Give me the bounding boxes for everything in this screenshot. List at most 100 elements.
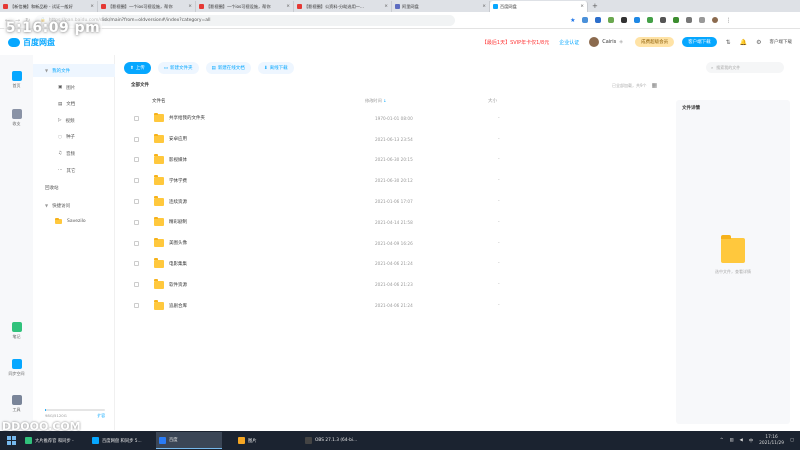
row-checkbox[interactable] — [134, 199, 139, 205]
volume-icon[interactable]: ◀ — [740, 438, 743, 443]
network-icon[interactable]: ▥ — [729, 438, 733, 443]
rail-item[interactable]: 笔记 — [0, 322, 33, 340]
extension-icon[interactable] — [647, 17, 654, 23]
grid-view-icon[interactable]: ▦ — [652, 82, 658, 89]
rail-item[interactable]: 工具 — [0, 395, 33, 413]
column-size[interactable]: 大小 — [488, 98, 588, 104]
vip-button[interactable]: 成费超级会员 — [635, 37, 675, 47]
taskbar-item[interactable]: OBS 27.1.3 (64-bi... — [302, 432, 368, 449]
new-doc-button[interactable]: ▤ 新建在线文档 — [205, 62, 251, 74]
client-download-link[interactable]: 客户端下载 — [770, 39, 793, 45]
gear-icon[interactable]: ⚙ — [756, 39, 761, 46]
extension-icon[interactable] — [582, 17, 589, 23]
file-name[interactable]: 美图头像 — [169, 240, 187, 246]
file-name[interactable]: 共享给我的文件夹 — [169, 115, 205, 121]
taskbar-item[interactable]: 百度 — [156, 432, 222, 449]
sidebar-item-my-files[interactable]: ▼ 我的文件 — [33, 64, 115, 77]
sidebar-item-quick[interactable]: Savezilo — [33, 215, 115, 228]
sidebar-item-category[interactable]: ▤ 文档 — [33, 98, 115, 111]
sidebar-item-category[interactable]: ◌ 种子 — [33, 131, 115, 144]
file-name[interactable]: 安卓应用 — [169, 136, 187, 142]
browser-tab[interactable]: 【新信機】和新品粉 - 试证一般好 × — [0, 1, 98, 12]
extension-icon[interactable] — [634, 17, 641, 23]
table-row[interactable]: 影视媒体 2021-06-30 20:15 - — [124, 150, 670, 171]
taskbar-clock[interactable]: 17:16 2021/11/29 — [759, 435, 784, 446]
table-row[interactable]: 电影集集 2021-04-06 21:24 - — [124, 254, 670, 275]
row-checkbox[interactable] — [134, 178, 139, 184]
row-checkbox[interactable] — [134, 282, 139, 288]
app-logo[interactable]: 百度网盘 — [8, 37, 55, 48]
table-row[interactable]: 学休学费 2021-06-30 20:12 - — [124, 170, 670, 191]
table-row[interactable]: 追剧合库 2021-04-06 21:24 - — [124, 295, 670, 316]
table-row[interactable]: 精彩剧制 2021-04-14 21:58 - — [124, 212, 670, 233]
taskbar-item[interactable]: 百度网盘 和同步 5... — [89, 432, 155, 449]
table-row[interactable]: 美图头像 2021-04-09 16:26 - — [124, 233, 670, 254]
table-row[interactable]: 共享给我的文件夹 1970-01-01 08:00 - — [124, 108, 670, 129]
file-name[interactable]: 学休学费 — [169, 178, 187, 184]
breadcrumb[interactable]: 全部文件 — [131, 82, 149, 88]
star-icon[interactable]: ★ — [570, 17, 575, 24]
row-checkbox[interactable] — [134, 261, 139, 267]
file-name[interactable]: 软件资源 — [169, 282, 187, 288]
close-icon[interactable]: × — [384, 4, 388, 9]
offline-download-button[interactable]: ⬇ 离线下载 — [257, 62, 294, 74]
sidebar-item-category[interactable]: ▣ 图片 — [33, 81, 115, 94]
browser-tab[interactable]: 百度网盘 × — [490, 1, 588, 12]
client-button[interactable]: 客户端下载 — [682, 37, 717, 47]
close-icon[interactable]: × — [90, 4, 94, 9]
profile-avatar-icon[interactable] — [712, 17, 719, 23]
row-checkbox[interactable] — [134, 219, 139, 225]
extension-icon[interactable] — [686, 17, 693, 23]
windows-start-icon[interactable] — [0, 431, 22, 450]
upload-button[interactable]: ⬆ 上传 — [124, 62, 151, 74]
ime-icon[interactable]: 中 — [749, 438, 753, 444]
taskbar-item[interactable]: 图片 — [235, 432, 301, 449]
more-icon[interactable]: ⋮ — [725, 17, 731, 24]
user-menu[interactable]: Cairis ◈ — [589, 37, 623, 47]
extension-icon[interactable] — [699, 17, 706, 23]
sidebar-item-category[interactable]: ♫ 音频 — [33, 147, 115, 160]
sidebar-item-category[interactable]: ⋯ 其它 — [33, 164, 115, 177]
promo-link[interactable]: 【最后1天】SVIP年卡仅1/8元 — [482, 39, 549, 46]
file-name[interactable]: 连续资源 — [169, 199, 187, 205]
extension-icon[interactable] — [608, 17, 615, 23]
column-name[interactable]: 文件名 — [124, 98, 365, 104]
file-name[interactable]: 精彩剧制 — [169, 219, 187, 225]
table-row[interactable]: 连续资源 2021-01-06 17:07 - — [124, 191, 670, 212]
close-icon[interactable]: × — [482, 4, 486, 9]
close-icon[interactable]: × — [580, 4, 584, 9]
new-folder-button[interactable]: ▭ 新建文件夹 — [157, 62, 199, 74]
certify-link[interactable]: 企业认证 — [559, 39, 579, 46]
expand-link[interactable]: 扩容 — [97, 413, 105, 419]
rail-item[interactable]: 首页 — [0, 71, 33, 89]
row-checkbox[interactable] — [134, 157, 139, 163]
bell-icon[interactable]: 🔔 — [740, 39, 747, 46]
sidebar-item-quick-access[interactable]: ▼ 快捷访问 — [33, 199, 115, 212]
table-row[interactable]: 安卓应用 2021-06-13 23:54 - — [124, 129, 670, 150]
browser-tab[interactable]: 【影视圈】一个ios可视设施，帮你 × — [98, 1, 196, 12]
row-checkbox[interactable] — [134, 136, 139, 142]
table-row[interactable]: 软件资源 2021-04-06 21:23 - — [124, 274, 670, 295]
sidebar-item-recycle[interactable]: 回收站 — [33, 181, 115, 194]
notification-icon[interactable]: ▢ — [790, 438, 794, 443]
close-icon[interactable]: × — [188, 4, 192, 9]
rail-item[interactable]: 同步空间 — [0, 359, 33, 377]
extension-icon[interactable] — [673, 17, 680, 23]
row-checkbox[interactable] — [134, 303, 139, 309]
extension-icon[interactable] — [595, 17, 602, 23]
search-input[interactable]: ⌕ 搜索我的文件 — [706, 62, 784, 73]
sidebar-item-category[interactable]: ▷ 视频 — [33, 114, 115, 127]
extension-icon[interactable] — [621, 17, 628, 23]
transfer-icon[interactable]: ⇅ — [726, 39, 731, 46]
file-name[interactable]: 影视媒体 — [169, 157, 187, 163]
file-name[interactable]: 追剧合库 — [169, 303, 187, 309]
taskbar-item[interactable]: 大片推荐官 和同步 - — [22, 432, 88, 449]
extension-icon[interactable] — [660, 17, 667, 23]
browser-tab[interactable]: 阿里网盘 × — [392, 1, 490, 12]
rail-item[interactable]: 收支 — [0, 109, 33, 127]
column-time[interactable]: 修改时间 ↓ — [365, 98, 488, 104]
new-tab-icon[interactable]: + — [588, 2, 602, 10]
file-name[interactable]: 电影集集 — [169, 261, 187, 267]
row-checkbox[interactable] — [134, 240, 139, 246]
browser-tab[interactable]: 【影视圈】公资料-分助选用一... × — [294, 1, 392, 12]
